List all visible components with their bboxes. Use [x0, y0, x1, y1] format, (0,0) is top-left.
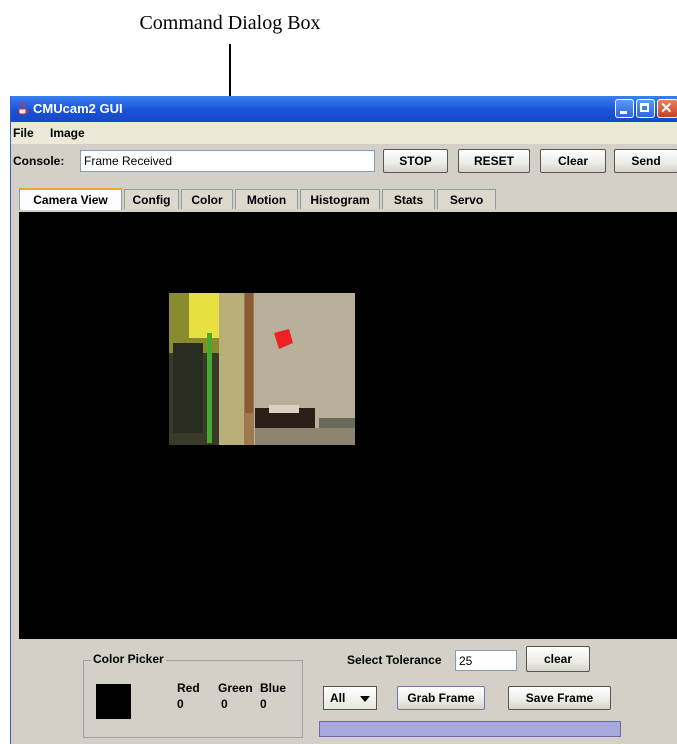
bottom-panel: Color Picker Red Green Blue 0 0 0 Select… [11, 639, 677, 744]
console-row: Console: STOP RESET Clear Send [11, 146, 677, 176]
minimize-button[interactable] [615, 99, 634, 118]
menu-image[interactable]: Image [50, 126, 85, 140]
tab-color[interactable]: Color [181, 189, 233, 209]
minimize-icon [620, 111, 627, 114]
reset-button[interactable]: RESET [458, 149, 530, 173]
tolerance-input[interactable] [455, 650, 517, 671]
blue-label: Blue [260, 681, 287, 695]
tolerance-label: Select Tolerance [347, 653, 442, 667]
red-value: 0 [177, 697, 184, 711]
window-title: CMUcam2 GUI [33, 101, 123, 116]
channel-select[interactable]: All [323, 686, 377, 710]
console-label: Console: [13, 154, 65, 168]
tab-camera-view[interactable]: Camera View [19, 188, 122, 210]
tab-servo[interactable]: Servo [437, 189, 496, 209]
command-dialog-box-annotation: Command Dialog Box [139, 12, 321, 34]
tab-config[interactable]: Config [124, 189, 179, 209]
stop-button[interactable]: STOP [383, 149, 448, 173]
red-label: Red [177, 681, 200, 695]
green-value: 0 [221, 697, 228, 711]
color-picker-legend: Color Picker [91, 652, 166, 666]
app-window: CMUcam2 GUI ✕ File Image Console: STOP R… [10, 96, 677, 744]
console-input[interactable] [80, 150, 375, 172]
chevron-down-icon [360, 696, 370, 702]
camera-view-panel [19, 212, 677, 639]
menu-bar: File Image [11, 122, 677, 144]
tab-bar: Camera View Config Color Motion Histogra… [11, 188, 677, 211]
green-label: Green [218, 681, 253, 695]
maximize-icon [640, 103, 649, 112]
color-swatch [96, 684, 131, 719]
close-icon: ✕ [660, 100, 673, 117]
progress-fill [320, 722, 620, 736]
maximize-button[interactable] [636, 99, 655, 118]
grab-frame-button[interactable]: Grab Frame [397, 686, 485, 710]
java-cup-icon [18, 101, 29, 115]
close-button[interactable]: ✕ [657, 99, 677, 118]
clear-button[interactable]: Clear [540, 149, 606, 173]
tolerance-clear-button[interactable]: clear [526, 646, 590, 672]
menu-file[interactable]: File [13, 126, 34, 140]
tab-stats[interactable]: Stats [382, 189, 435, 209]
save-frame-button[interactable]: Save Frame [508, 686, 611, 710]
title-bar[interactable]: CMUcam2 GUI ✕ [11, 96, 677, 122]
camera-frame-image[interactable] [169, 293, 355, 445]
tab-motion[interactable]: Motion [235, 189, 298, 209]
channel-select-value: All [330, 691, 346, 705]
progress-bar [319, 721, 621, 737]
send-button[interactable]: Send [614, 149, 677, 173]
tab-histogram[interactable]: Histogram [300, 189, 380, 209]
blue-value: 0 [260, 697, 267, 711]
